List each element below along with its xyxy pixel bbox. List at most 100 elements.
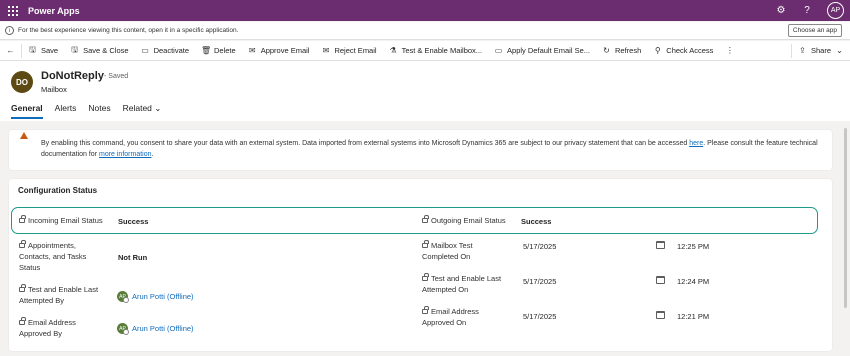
save-label: Save bbox=[41, 46, 59, 55]
lock-icon bbox=[19, 214, 26, 223]
share-button[interactable]: ⇪ Share ⌄ bbox=[792, 41, 850, 61]
mailbox-test-time[interactable]: 12:25 PM bbox=[677, 242, 709, 251]
deactivate-button[interactable]: ▭ Deactivate bbox=[135, 41, 195, 61]
approved-on-date[interactable]: 5/17/2025 bbox=[523, 312, 556, 321]
calendar-icon[interactable] bbox=[656, 241, 665, 249]
lock-icon bbox=[422, 239, 429, 248]
app-header: Power Apps ⚙ ? AP bbox=[0, 0, 850, 21]
person-avatar: AP bbox=[117, 291, 129, 303]
approved-on-label: Email Address Approved On bbox=[422, 305, 479, 327]
privacy-link[interactable]: here bbox=[689, 140, 703, 147]
calendar-icon[interactable] bbox=[656, 276, 665, 284]
incoming-email-status-label: Incoming Email Status bbox=[19, 214, 103, 226]
info-message: For the best experience viewing this con… bbox=[18, 27, 239, 34]
lock-icon bbox=[422, 305, 429, 314]
approved-on-time[interactable]: 12:21 PM bbox=[677, 312, 709, 321]
person-avatar: AP bbox=[117, 323, 129, 335]
test-enable-by-label: Test and Enable Last Attempted By bbox=[19, 283, 99, 305]
more-commands-button[interactable]: ⋮ bbox=[719, 41, 740, 61]
section-title: Configuration Status bbox=[18, 186, 98, 195]
record-header: DO DoNotReply - Saved Mailbox General Al… bbox=[0, 61, 850, 121]
notice-text: By enabling this command, you consent to… bbox=[28, 138, 822, 160]
deactivate-icon: ▭ bbox=[141, 46, 149, 55]
info-bar: i For the best experience viewing this c… bbox=[0, 22, 850, 40]
share-icon: ⇪ bbox=[799, 46, 806, 55]
configuration-status-section: Configuration Status Incoming Email Stat… bbox=[9, 179, 832, 351]
app-title[interactable]: Power Apps bbox=[28, 6, 80, 16]
more-icon: ⋮ bbox=[725, 46, 734, 55]
apply-default-label: Apply Default Email Se... bbox=[507, 46, 591, 55]
mail-settings-icon: ▭ bbox=[494, 46, 503, 55]
delete-button[interactable]: 🗑 Delete bbox=[195, 41, 242, 61]
approve-email-label: Approve Email bbox=[260, 46, 310, 55]
tab-notes[interactable]: Notes bbox=[88, 103, 110, 118]
lock-icon bbox=[422, 272, 429, 281]
warning-icon bbox=[20, 132, 28, 139]
test-enable-on-label: Test and Enable Last Attempted On bbox=[422, 272, 502, 294]
command-bar: ← 🖫 Save 🖫 Save & Close ▭ Deactivate 🗑 Delet… bbox=[0, 41, 850, 61]
tab-general[interactable]: General bbox=[11, 103, 43, 119]
record-avatar: DO bbox=[11, 71, 33, 93]
mailbox-test-date[interactable]: 5/17/2025 bbox=[523, 242, 556, 251]
reject-email-button[interactable]: ✉ Reject Email bbox=[315, 41, 382, 61]
delete-label: Delete bbox=[214, 46, 236, 55]
approved-by-value[interactable]: AP Arun Potti (Offline) bbox=[117, 323, 194, 335]
back-button[interactable]: ← bbox=[0, 41, 21, 61]
test-enable-by-value[interactable]: AP Arun Potti (Offline) bbox=[117, 291, 194, 303]
notice-text-3: . bbox=[151, 151, 154, 158]
waffle-icon[interactable] bbox=[0, 0, 26, 21]
apply-default-button[interactable]: ▭ Apply Default Email Se... bbox=[488, 41, 596, 61]
check-access-button[interactable]: ⚲ Check Access bbox=[647, 41, 719, 61]
gear-icon[interactable]: ⚙ bbox=[775, 5, 787, 16]
chevron-down-icon: ⌄ bbox=[836, 46, 843, 55]
lock-icon bbox=[19, 316, 26, 325]
consent-notice: By enabling this command, you consent to… bbox=[9, 130, 832, 170]
share-label: Share bbox=[810, 46, 831, 55]
outgoing-email-status-value[interactable]: Success bbox=[521, 217, 551, 226]
save-button[interactable]: 🖫 Save bbox=[22, 41, 64, 61]
approve-email-button[interactable]: ✉ Approve Email bbox=[242, 41, 316, 61]
more-info-link[interactable]: more information bbox=[99, 151, 152, 158]
tab-alerts[interactable]: Alerts bbox=[55, 103, 77, 118]
appointments-status-value[interactable]: Not Run bbox=[118, 253, 147, 262]
trash-icon: 🗑 bbox=[201, 46, 212, 55]
test-icon: ⚗ bbox=[389, 46, 397, 55]
calendar-icon[interactable] bbox=[656, 311, 665, 319]
refresh-button[interactable]: ↻ Refresh bbox=[596, 41, 647, 61]
save-close-button[interactable]: 🖫 Save & Close bbox=[64, 41, 134, 61]
notice-text-1: By enabling this command, you consent to… bbox=[41, 140, 690, 147]
test-enable-on-date[interactable]: 5/17/2025 bbox=[523, 277, 556, 286]
main-content: By enabling this command, you consent to… bbox=[0, 121, 850, 356]
outgoing-email-status-label: Outgoing Email Status bbox=[422, 214, 506, 226]
user-avatar[interactable]: AP bbox=[827, 2, 844, 19]
record-type: Mailbox bbox=[41, 85, 67, 94]
help-icon[interactable]: ? bbox=[801, 5, 813, 16]
person-name: Arun Potti (Offline) bbox=[132, 292, 194, 301]
refresh-icon: ↻ bbox=[603, 46, 610, 55]
refresh-label: Refresh bbox=[615, 46, 642, 55]
lock-icon bbox=[422, 214, 429, 223]
back-arrow-icon: ← bbox=[6, 46, 15, 55]
choose-app-button[interactable]: Choose an app bbox=[787, 24, 842, 37]
mail-reject-icon: ✉ bbox=[322, 46, 330, 55]
tab-related[interactable]: Related ⌄ bbox=[123, 103, 162, 118]
save-icon: 🖫 bbox=[29, 44, 36, 54]
tab-related-label: Related bbox=[122, 103, 152, 113]
deactivate-label: Deactivate bbox=[153, 46, 189, 55]
save-close-icon: 🖫 bbox=[71, 44, 79, 54]
vertical-scrollbar[interactable] bbox=[844, 128, 847, 308]
search-person-icon: ⚲ bbox=[654, 46, 661, 55]
info-icon: i bbox=[5, 26, 14, 35]
mail-check-icon: ✉ bbox=[248, 46, 256, 55]
save-status: - Saved bbox=[104, 73, 129, 80]
incoming-email-status-value[interactable]: Success bbox=[118, 217, 148, 226]
save-close-label: Save & Close bbox=[83, 46, 129, 55]
test-enable-button[interactable]: ⚗ Test & Enable Mailbox... bbox=[383, 41, 488, 61]
test-enable-label: Test & Enable Mailbox... bbox=[401, 46, 483, 55]
test-enable-on-time[interactable]: 12:24 PM bbox=[677, 277, 709, 286]
person-name: Arun Potti (Offline) bbox=[132, 324, 194, 333]
mailbox-test-completed-label: Mailbox Test Completed On bbox=[422, 239, 473, 261]
tab-list: General Alerts Notes Related ⌄ bbox=[11, 103, 162, 119]
reject-email-label: Reject Email bbox=[334, 46, 377, 55]
approved-by-label: Email Address Approved By bbox=[19, 316, 76, 338]
